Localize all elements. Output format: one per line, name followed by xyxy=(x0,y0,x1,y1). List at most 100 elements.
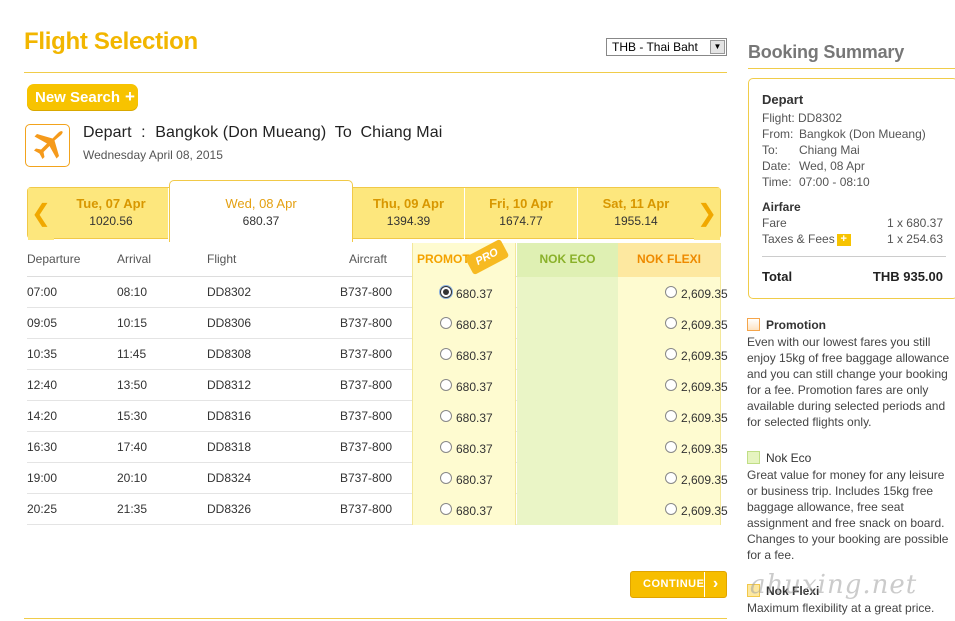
promo-fare-radio[interactable] xyxy=(440,472,452,484)
flexi-fare-radio[interactable] xyxy=(665,286,677,298)
date-tab-day: Fri, 10 Apr xyxy=(489,196,553,211)
promo-fare-cell[interactable]: 680.37 xyxy=(412,277,516,308)
flexi-fare-radio[interactable] xyxy=(665,317,677,329)
row-flight: DD8306 xyxy=(207,316,252,330)
date-tab-price: 1020.56 xyxy=(89,214,133,228)
nok-eco-info-title: Nok Eco xyxy=(766,451,812,465)
row-arrival: 20:10 xyxy=(117,471,148,485)
header-departure: Departure xyxy=(27,252,81,266)
summary-airfare-heading: Airfare xyxy=(762,200,801,214)
continue-button[interactable]: CONTINUE › xyxy=(630,571,727,598)
header-divider xyxy=(24,72,727,73)
header-aircraft: Aircraft xyxy=(349,252,388,266)
currency-select[interactable]: THB - Thai Baht ▼ xyxy=(606,38,727,56)
row-flight: DD8324 xyxy=(207,471,252,485)
summary-to-value: Chiang Mai xyxy=(799,143,860,157)
summary-total-label: Total xyxy=(762,269,793,284)
promo-fare-radio[interactable] xyxy=(440,441,452,453)
row-departure: 14:20 xyxy=(27,409,58,423)
flexi-fare-cell[interactable]: 2,609.35 xyxy=(618,432,728,463)
flexi-fare-cell[interactable]: 2,609.35 xyxy=(618,277,728,308)
row-aircraft: B737-800 xyxy=(340,285,393,299)
next-date-button[interactable]: ❯ xyxy=(694,188,720,240)
promo-fare-value: 680.37 xyxy=(456,349,493,363)
summary-fare-label: Fare xyxy=(762,216,787,230)
date-tab-day: Sat, 11 Apr xyxy=(602,196,670,211)
promo-fare-cell[interactable]: 680.37 xyxy=(412,308,516,339)
header-flight: Flight xyxy=(207,252,237,266)
promo-fare-radio[interactable] xyxy=(440,348,452,360)
table-row: 16:30 17:40 DD8318 B737-800 680.37 2,609… xyxy=(27,432,728,463)
flights-table: Departure Arrival Flight Aircraft PROMOT… xyxy=(27,238,728,525)
row-arrival: 08:10 xyxy=(117,285,148,299)
summary-flight: Flight: DD8302 xyxy=(762,111,843,125)
date-tab[interactable]: Thu, 09 Apr 1394.39 xyxy=(353,188,465,240)
route-destination: Chiang Mai xyxy=(360,124,443,141)
header-promotion: PROMOTION PRO xyxy=(412,238,516,277)
row-departure: 10:35 xyxy=(27,347,58,361)
promotion-info-text: Even with our lowest fares you still enj… xyxy=(747,335,950,429)
new-search-label: New Search xyxy=(35,89,121,106)
promo-fare-radio[interactable] xyxy=(440,379,452,391)
promo-fare-cell[interactable]: 680.37 xyxy=(412,339,516,370)
table-row: 09:05 10:15 DD8306 B737-800 680.37 2,609… xyxy=(27,308,728,339)
date-tab-day: Thu, 09 Apr xyxy=(372,196,445,211)
promo-fare-radio[interactable] xyxy=(440,286,452,298)
row-departure: 09:05 xyxy=(27,316,58,330)
chevron-down-icon[interactable]: ▼ xyxy=(710,40,725,54)
promotion-info-title: Promotion xyxy=(766,318,826,332)
date-tab-day: Wed, 08 Apr xyxy=(225,196,297,211)
flexi-fare-cell[interactable]: 2,609.35 xyxy=(618,370,728,401)
row-departure: 16:30 xyxy=(27,440,58,454)
nok-eco-info-text: Great value for money for any leisure or… xyxy=(747,468,949,562)
promo-fare-radio[interactable] xyxy=(440,317,452,329)
route-to-label: To xyxy=(334,124,352,141)
promo-fare-cell[interactable]: 680.37 xyxy=(412,401,516,432)
summary-date-value: Wed, 08 Apr xyxy=(799,159,865,173)
flexi-fare-cell[interactable]: 2,609.35 xyxy=(618,463,728,494)
flexi-fare-cell[interactable]: 2,609.35 xyxy=(618,401,728,432)
eco-fare-cell xyxy=(517,339,618,370)
flexi-fare-radio[interactable] xyxy=(665,379,677,391)
row-aircraft: B737-800 xyxy=(340,378,393,392)
date-tab[interactable]: Fri, 10 Apr 1674.77 xyxy=(465,188,578,240)
row-aircraft: B737-800 xyxy=(340,347,393,361)
date-tab[interactable]: Sat, 11 Apr 1955.14 xyxy=(578,188,694,240)
flexi-fare-value: 2,609.35 xyxy=(681,318,728,332)
page-title: Flight Selection xyxy=(24,28,198,55)
promo-fare-cell[interactable]: 680.37 xyxy=(412,432,516,463)
row-flight: DD8316 xyxy=(207,409,252,423)
expand-taxes-icon[interactable]: + xyxy=(836,233,851,246)
row-flight: DD8302 xyxy=(207,285,252,299)
flexi-fare-value: 2,609.35 xyxy=(681,411,728,425)
summary-fare-value: 1 x 680.37 xyxy=(886,216,943,230)
row-arrival: 11:45 xyxy=(117,347,147,361)
promo-fare-cell[interactable]: 680.37 xyxy=(412,463,516,494)
new-search-button[interactable]: New Search + xyxy=(27,84,138,110)
prev-date-button[interactable]: ❮ xyxy=(28,188,54,240)
promo-fare-cell[interactable]: 680.37 xyxy=(412,370,516,401)
date-tab-active[interactable]: Wed, 08 Apr 680.37 xyxy=(169,180,353,242)
flexi-fare-cell[interactable]: 2,609.35 xyxy=(618,339,728,370)
airplane-icon xyxy=(25,124,70,167)
flexi-fare-cell[interactable]: 2,609.35 xyxy=(618,308,728,339)
flexi-fare-radio[interactable] xyxy=(665,410,677,422)
summary-depart-heading: Depart xyxy=(762,92,804,107)
promo-fare-cell[interactable]: 680.37 xyxy=(412,494,516,525)
flexi-fare-radio[interactable] xyxy=(665,472,677,484)
row-flight: DD8308 xyxy=(207,347,252,361)
flexi-fare-radio[interactable] xyxy=(665,348,677,360)
summary-taxes: Taxes & Fees + xyxy=(762,232,851,246)
row-flight: DD8312 xyxy=(207,378,252,392)
date-tab[interactable]: Tue, 07 Apr 1020.56 xyxy=(54,188,169,240)
booking-summary-title: Booking Summary xyxy=(748,42,905,62)
promo-fare-value: 680.37 xyxy=(456,504,493,518)
booking-summary-box: Depart Flight: DD8302 From: Bangkok (Don… xyxy=(748,78,955,299)
promo-fare-radio[interactable] xyxy=(440,410,452,422)
table-row: 12:40 13:50 DD8312 B737-800 680.37 2,609… xyxy=(27,370,728,401)
flexi-fare-radio[interactable] xyxy=(665,503,677,515)
promo-fare-radio[interactable] xyxy=(440,503,452,515)
flexi-fare-cell[interactable]: 2,609.35 xyxy=(618,494,728,525)
flexi-fare-radio[interactable] xyxy=(665,441,677,453)
row-flight: DD8326 xyxy=(207,502,252,516)
